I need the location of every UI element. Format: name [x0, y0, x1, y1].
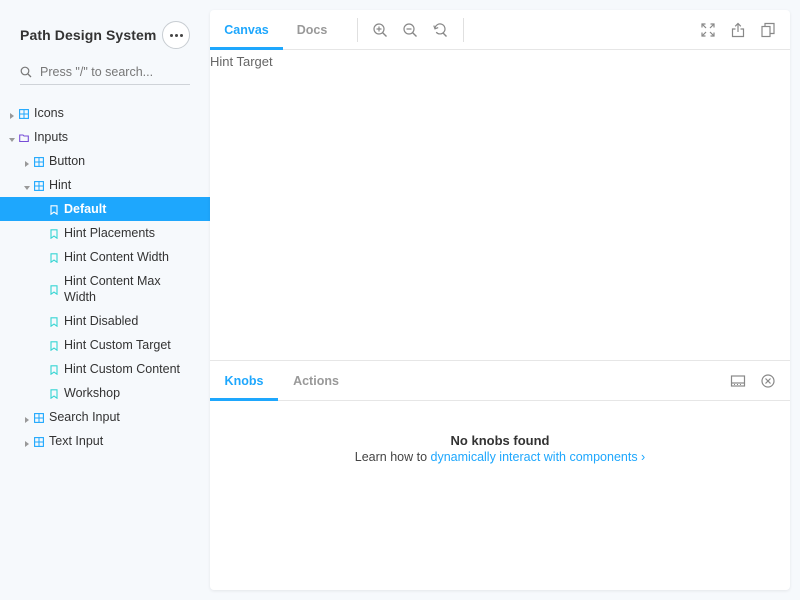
component-icon [19, 108, 29, 119]
sidebar-item-label: Button [49, 154, 86, 168]
bookmark-icon [49, 228, 59, 240]
search-box [20, 60, 190, 85]
caret-down-icon [8, 133, 16, 142]
sidebar-item-label: Hint Custom Target [64, 338, 171, 352]
sidebar-item-label: Hint Content Max Width [64, 274, 161, 304]
tab-docs[interactable]: Docs [283, 10, 341, 50]
bookmark-icon [49, 340, 59, 352]
empty-state-help: Learn how to dynamically interact with c… [210, 450, 790, 464]
story-tree: Icons Inputs Button Hint Default Hint Placeme… [0, 101, 210, 453]
toolbar-divider [463, 18, 464, 42]
caret-right-icon [23, 413, 31, 423]
sidebar-item-hint-placements[interactable]: Hint Placements [0, 221, 210, 245]
sidebar-item-label: Hint Custom Content [64, 362, 181, 376]
more-options-button[interactable] [162, 21, 190, 49]
share-icon[interactable] [730, 22, 746, 38]
bookmark-icon [49, 204, 59, 216]
help-text: Learn how to [354, 450, 431, 464]
caret-right-icon [8, 109, 16, 119]
toolbar: Canvas Docs [210, 10, 790, 50]
bookmark-icon [49, 388, 59, 400]
hint-target[interactable]: Hint Target [210, 54, 273, 69]
fullscreen-icon[interactable] [700, 22, 716, 38]
sidebar-item-hint[interactable]: Hint [0, 173, 210, 197]
caret-right-icon [23, 157, 31, 167]
learn-link[interactable]: dynamically interact with components [431, 450, 638, 464]
sidebar-item-label: Hint [49, 178, 72, 192]
reset-zoom-icon[interactable] [432, 22, 448, 38]
sidebar: Path Design System Icons Inputs Button Hint… [0, 0, 210, 600]
search-icon [20, 66, 32, 78]
zoom-in-icon[interactable] [372, 22, 388, 38]
bookmark-icon [49, 316, 59, 328]
sidebar-item-button[interactable]: Button [0, 149, 210, 173]
component-icon [34, 156, 44, 167]
sidebar-item-label: Inputs [34, 130, 69, 144]
component-icon [34, 180, 44, 191]
panel-position-icon[interactable] [730, 373, 746, 389]
sidebar-item-hint-custom-content[interactable]: Hint Custom Content [0, 357, 210, 381]
sidebar-item-label: Workshop [64, 386, 121, 400]
app-title: Path Design System [20, 27, 157, 43]
sidebar-item-label: Search Input [49, 410, 120, 424]
sidebar-item-label: Icons [34, 106, 64, 120]
close-panel-icon[interactable] [760, 373, 776, 389]
sidebar-item-workshop[interactable]: Workshop [0, 381, 210, 405]
knobs-content: No knobs found Learn how to dynamically … [210, 401, 790, 590]
folder-icon [19, 132, 29, 143]
ellipsis-icon [169, 33, 173, 37]
sidebar-item-default[interactable]: Default [0, 197, 210, 221]
bookmark-icon [49, 364, 59, 376]
sidebar-item-hint-content-width[interactable]: Hint Content Width [0, 245, 210, 269]
search-input[interactable] [40, 63, 188, 81]
sidebar-item-hint-content-max-width[interactable]: Hint Content Max Width [0, 269, 210, 309]
sidebar-item-inputs[interactable]: Inputs [0, 125, 210, 149]
sidebar-item-label: Hint Placements [64, 226, 156, 240]
bookmark-icon [49, 252, 59, 264]
empty-state-title: No knobs found [450, 433, 550, 448]
tab-canvas[interactable]: Canvas [210, 10, 283, 50]
sidebar-item-label: Text Input [49, 434, 104, 448]
component-icon [34, 436, 44, 447]
sidebar-item-icons[interactable]: Icons [0, 101, 210, 125]
addons-panel: Knobs Actions No knobs found Learn how t… [210, 360, 790, 590]
sidebar-item-hint-custom-target[interactable]: Hint Custom Target [0, 333, 210, 357]
sidebar-item-label: Hint Disabled [64, 314, 139, 328]
copy-icon[interactable] [760, 22, 776, 38]
sidebar-item-label: Hint Content Width [64, 250, 169, 264]
component-icon [34, 412, 44, 423]
zoom-out-icon[interactable] [402, 22, 418, 38]
tab-actions[interactable]: Actions [278, 361, 354, 401]
sidebar-item-search-input[interactable]: Search Input [0, 405, 210, 429]
addons-tab-bar: Knobs Actions [210, 361, 790, 401]
toolbar-divider [357, 18, 358, 42]
caret-down-icon [23, 181, 31, 190]
sidebar-item-hint-disabled[interactable]: Hint Disabled [0, 309, 210, 333]
tab-knobs[interactable]: Knobs [210, 361, 278, 401]
sidebar-item-text-input[interactable]: Text Input [0, 429, 210, 453]
chevron-right-icon: › [637, 450, 646, 464]
caret-right-icon [23, 437, 31, 447]
main-panel: Canvas Docs Hint Target Knobs Actions No… [210, 10, 790, 590]
bookmark-icon [49, 284, 59, 296]
sidebar-item-label: Default [64, 202, 107, 216]
preview-canvas: Hint Target [210, 51, 790, 360]
